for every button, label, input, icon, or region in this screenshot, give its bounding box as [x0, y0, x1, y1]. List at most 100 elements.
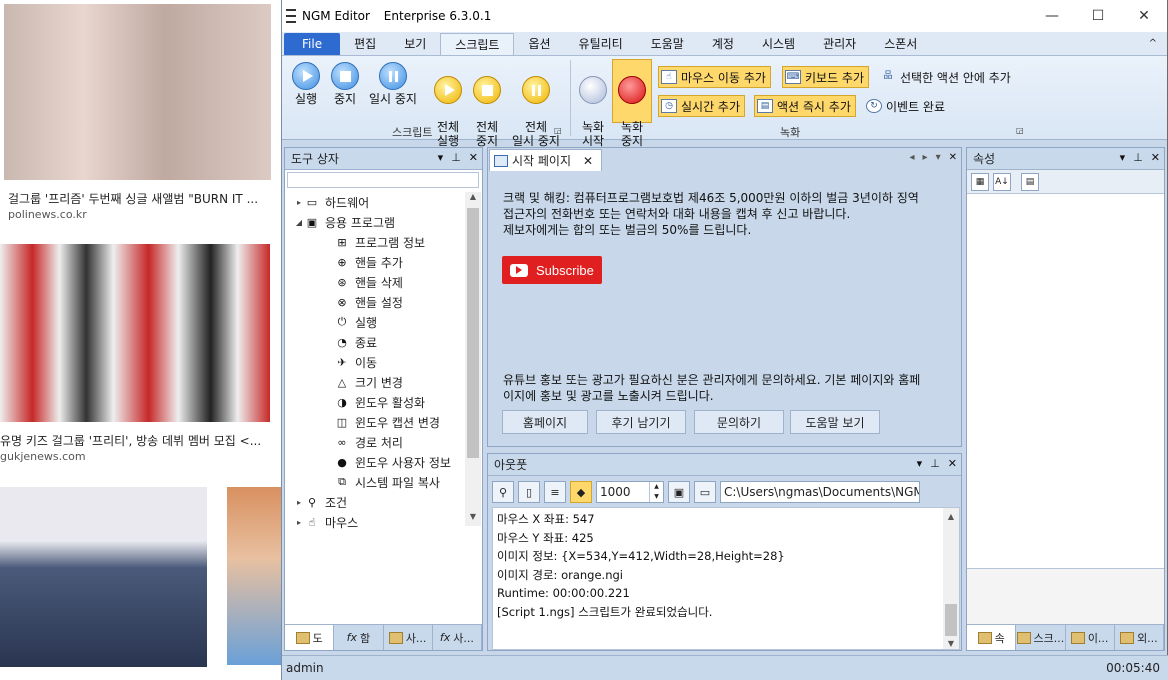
homepage-button[interactable]: 홈페이지: [502, 410, 588, 434]
tree-item[interactable]: ◫ 윈도우 캡션 변경: [285, 412, 465, 432]
pin-icon[interactable]: ⊥: [930, 457, 940, 470]
tab-script[interactable]: 스크립트: [440, 33, 515, 55]
title-bar[interactable]: NGM Editor Enterprise 6.3.0.1 — ☐ ✕: [282, 0, 1167, 32]
pause-button[interactable]: 일시 중지: [366, 62, 420, 106]
tab-properties[interactable]: 속: [967, 625, 1017, 650]
toolbox-search-input[interactable]: [287, 172, 479, 188]
tree-item[interactable]: ⧉ 시스템 파일 복사: [285, 472, 465, 492]
add-in-selected-action-button[interactable]: 品 선택한 액션 안에 추가: [878, 66, 1015, 88]
scroll-thumb[interactable]: [945, 604, 957, 636]
add-mouse-move-button[interactable]: ☝ 마우스 이동 추가: [658, 66, 771, 88]
tree-item[interactable]: ⊛ 핸들 삭제: [285, 272, 465, 292]
run-button[interactable]: 실행: [288, 62, 324, 106]
tab-help[interactable]: 도움말: [637, 33, 698, 55]
tree-item[interactable]: ⊞ 프로그램 정보: [285, 232, 465, 252]
next-tab-icon[interactable]: ▸: [923, 152, 928, 163]
toolbox-scrollbar[interactable]: ▲ ▼: [465, 192, 481, 526]
tab-view[interactable]: 보기: [390, 33, 440, 55]
record-start-button[interactable]: 녹화 시작: [576, 62, 610, 148]
record-stop-button[interactable]: 녹화 중지: [614, 62, 650, 148]
tab-start-page[interactable]: 시작 페이지 ✕: [489, 149, 603, 171]
tree-item[interactable]: ◢ ▣ 응용 프로그램: [285, 212, 465, 232]
sort-az-icon[interactable]: A↓: [993, 172, 1011, 191]
dropdown-icon[interactable]: ▾: [917, 457, 923, 470]
scroll-down-icon[interactable]: ▼: [465, 512, 481, 526]
maximize-button[interactable]: ☐: [1075, 0, 1121, 32]
filter-icon[interactable]: ⚲: [492, 481, 514, 503]
folder-icon[interactable]: ▭: [694, 481, 716, 503]
expand-arrow-icon[interactable]: ▸: [293, 518, 305, 527]
tab-script-list[interactable]: 스크...: [1016, 625, 1066, 650]
scroll-down-icon[interactable]: ▼: [943, 635, 959, 649]
output-log[interactable]: 마우스 X 좌표: 547 마우스 Y 좌표: 425 이미지 정보: {X=5…: [492, 507, 960, 650]
contact-button[interactable]: 문의하기: [694, 410, 784, 434]
line-limit-stepper[interactable]: 1000 ▲ ▼: [596, 481, 664, 503]
tab-toolbox[interactable]: 도: [285, 625, 335, 650]
add-action-now-button[interactable]: ▤ 액션 즉시 추가: [754, 95, 856, 117]
pin-icon[interactable]: ⊥: [451, 151, 461, 164]
scroll-up-icon[interactable]: ▲: [943, 508, 959, 522]
minimize-button[interactable]: —: [1029, 0, 1075, 32]
output-scrollbar[interactable]: ▲ ▼: [943, 508, 959, 649]
tree-item[interactable]: ⊕ 핸들 추가: [285, 252, 465, 272]
youtube-subscribe-button[interactable]: Subscribe: [502, 256, 602, 284]
expand-arrow-icon[interactable]: ▸: [293, 498, 305, 507]
scroll-thumb[interactable]: [467, 208, 479, 458]
pin-icon[interactable]: ⊥: [1133, 151, 1143, 164]
tree-item[interactable]: ▸ ☝ 마우스: [285, 512, 465, 532]
news-image-2[interactable]: [0, 244, 270, 422]
script-group-launcher-icon[interactable]: ◲: [554, 126, 562, 135]
close-icon[interactable]: ✕: [1151, 151, 1160, 164]
tree-item[interactable]: ∞ 경로 처리: [285, 432, 465, 452]
tab-user-2[interactable]: fx 사...: [433, 625, 482, 650]
pause-all-button[interactable]: 전체 일시 중지: [508, 62, 564, 148]
tab-system[interactable]: 시스템: [748, 33, 809, 55]
tab-admin[interactable]: 관리자: [809, 33, 870, 55]
run-all-button[interactable]: 전체 실행: [430, 62, 466, 148]
close-button[interactable]: ✕: [1121, 0, 1167, 32]
expand-arrow-icon[interactable]: ◢: [293, 218, 305, 227]
scroll-up-icon[interactable]: ▲: [465, 192, 481, 206]
add-keyboard-button[interactable]: ⌨ 키보드 추가: [782, 66, 870, 88]
tree-item[interactable]: ▸ ▭ 하드웨어: [285, 192, 465, 212]
tree-item[interactable]: ▸ ⚲ 조건: [285, 492, 465, 512]
stop-all-button[interactable]: 전체 중지: [470, 62, 504, 148]
menu-icon[interactable]: [286, 9, 296, 23]
prev-tab-icon[interactable]: ◂: [910, 152, 915, 163]
collapse-ribbon-icon[interactable]: ^: [1149, 38, 1157, 49]
tab-utility[interactable]: 유틸리티: [565, 33, 637, 55]
save-icon[interactable]: ▣: [668, 481, 690, 503]
news-caption-1[interactable]: 걸그룹 '프리즘' 두번째 싱글 새앨범 "BURN IT ...: [8, 190, 278, 207]
tab-sponsor[interactable]: 스폰서: [870, 33, 931, 55]
tab-options[interactable]: 옵션: [514, 33, 564, 55]
stop-button[interactable]: 중지: [328, 62, 362, 106]
tab-functions[interactable]: fx 함: [334, 625, 384, 650]
dropdown-icon[interactable]: ▾: [936, 152, 941, 163]
help-button[interactable]: 도움말 보기: [790, 410, 880, 434]
document-search-icon[interactable]: ▯: [518, 481, 540, 503]
dropdown-icon[interactable]: ▾: [438, 151, 444, 164]
tree-item[interactable]: ⏻ 실행: [285, 312, 465, 332]
tree-item[interactable]: ◔ 종료: [285, 332, 465, 352]
news-image-1[interactable]: [4, 4, 271, 180]
add-realtime-button[interactable]: ◷ 실시간 추가: [658, 95, 746, 117]
categorized-icon[interactable]: ▦: [971, 172, 989, 191]
eraser-icon[interactable]: ◆: [570, 481, 592, 503]
record-group-launcher-icon[interactable]: ◲: [1016, 126, 1024, 135]
tree-item[interactable]: ⊗ 핸들 설정: [285, 292, 465, 312]
tree-item[interactable]: ◑ 윈도우 활성화: [285, 392, 465, 412]
close-icon[interactable]: ✕: [948, 457, 957, 470]
list-icon[interactable]: ≡: [544, 481, 566, 503]
close-icon[interactable]: ✕: [949, 152, 957, 163]
event-complete-button[interactable]: ↻ 이벤트 완료: [864, 95, 949, 117]
expand-arrow-icon[interactable]: ▸: [293, 198, 305, 207]
tree-item[interactable]: ● 윈도우 사용자 정보: [285, 452, 465, 472]
stepper-arrows-icon[interactable]: ▲ ▼: [649, 482, 663, 502]
tab-user-1[interactable]: 사...: [384, 625, 433, 650]
review-button[interactable]: 후기 남기기: [596, 410, 686, 434]
tab-edit[interactable]: 편집: [340, 33, 390, 55]
tab-file[interactable]: File: [284, 33, 341, 55]
tree-item[interactable]: △ 크기 변경: [285, 372, 465, 392]
tab-images[interactable]: 이...: [1066, 625, 1115, 650]
news-image-3[interactable]: [0, 487, 207, 667]
